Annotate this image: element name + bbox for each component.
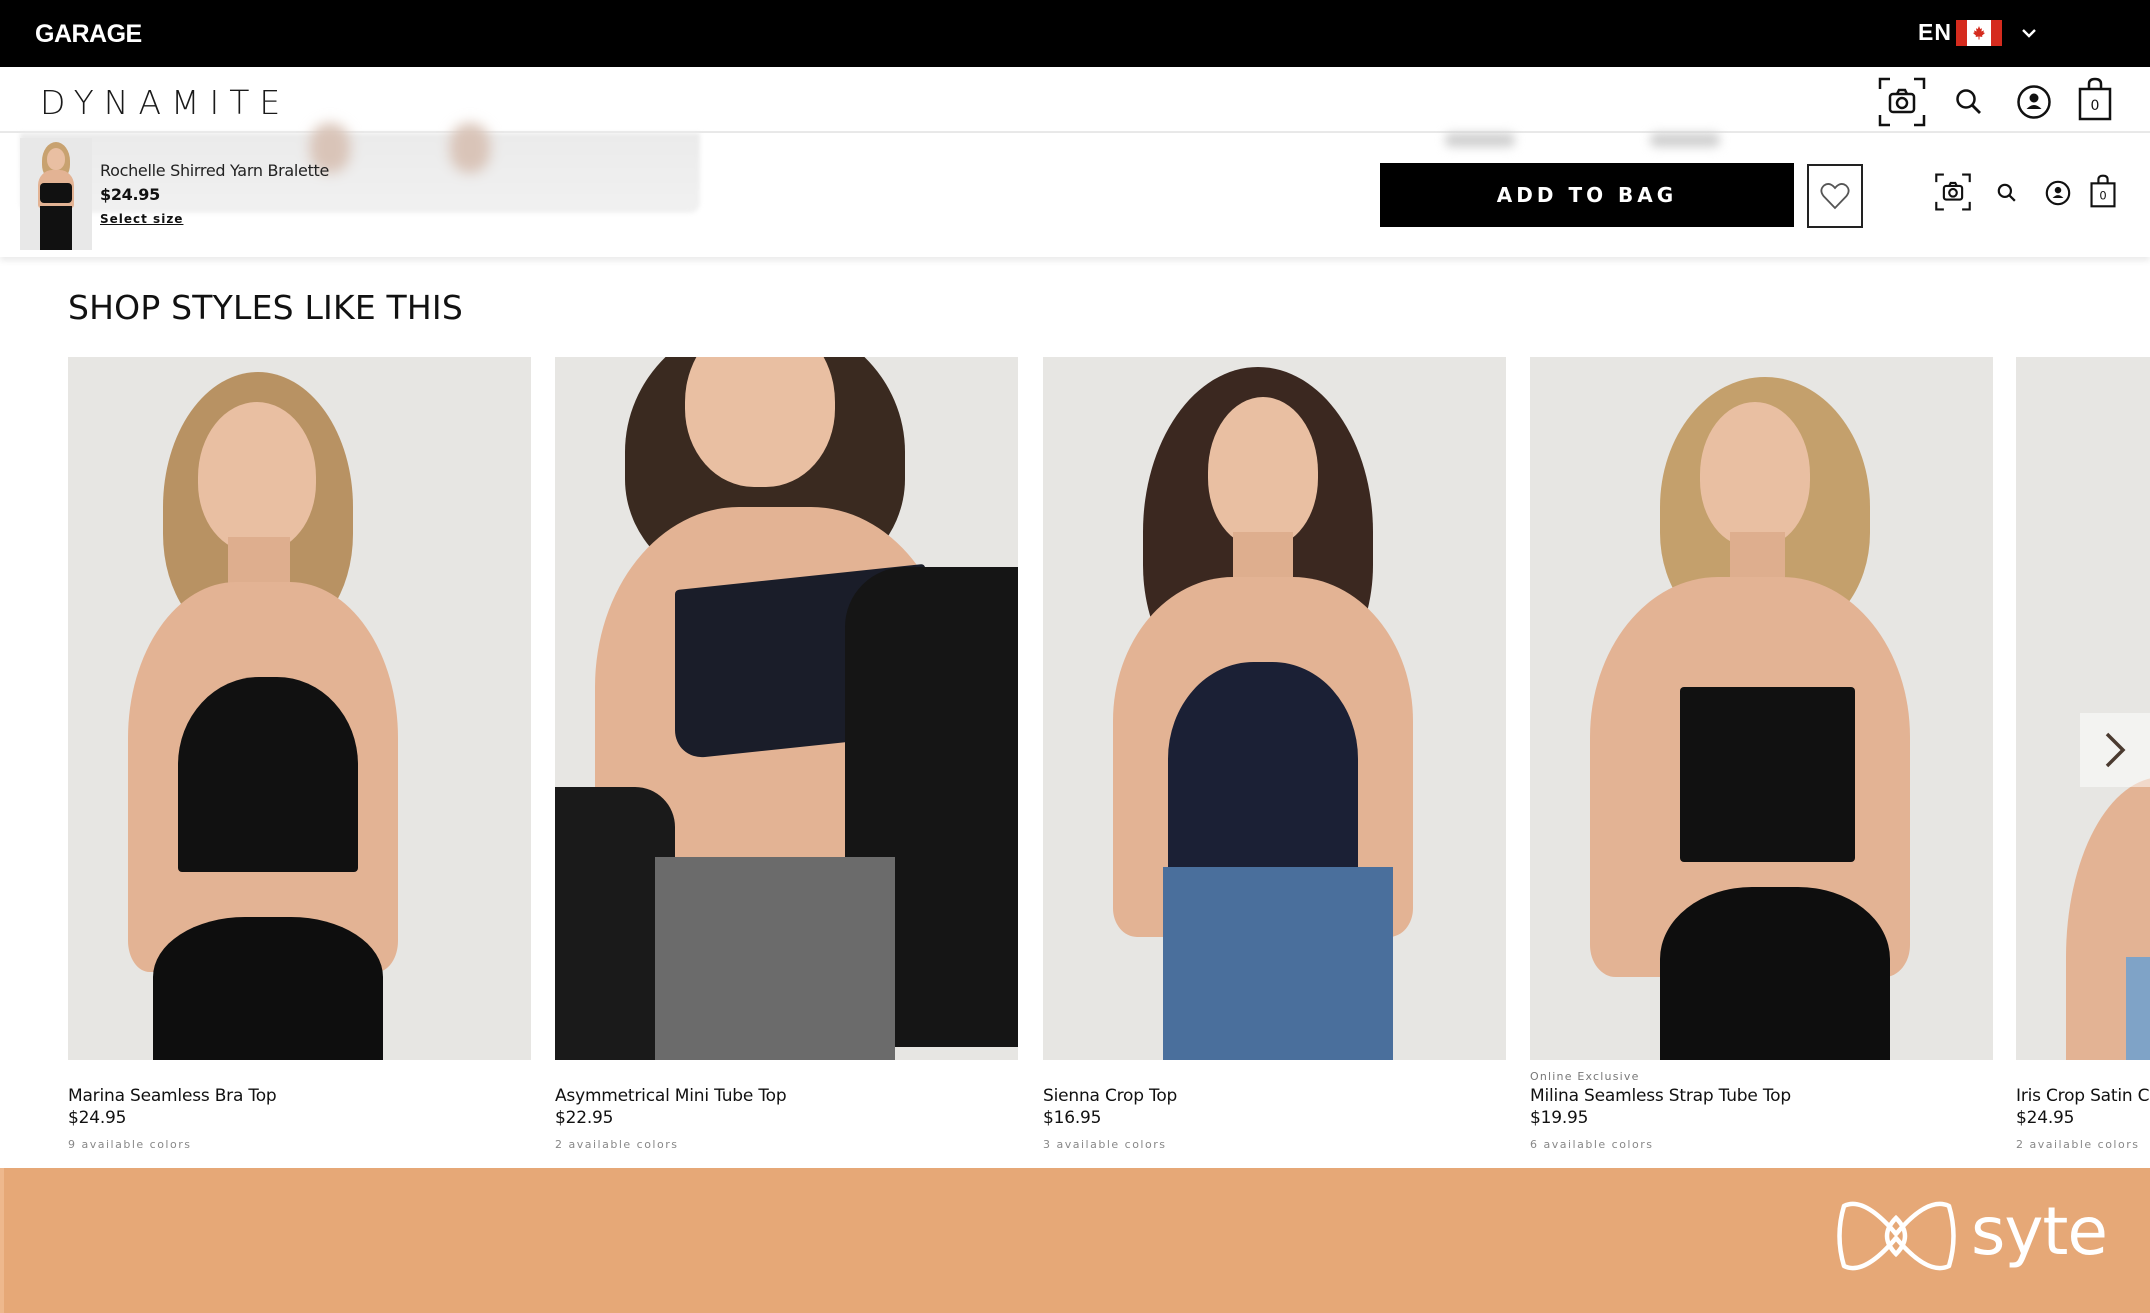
chevron-right-icon	[2105, 732, 2126, 768]
select-size-link[interactable]: Select size	[100, 212, 183, 226]
product-card[interactable]: Sienna Crop Top $16.95 3 available color…	[1043, 357, 1506, 1180]
product-price: $24.95	[68, 1108, 127, 1128]
product-image	[555, 357, 1018, 1060]
sticky-product-bar: Rochelle Shirred Yarn Bralette $24.95 Se…	[0, 123, 2150, 257]
product-name[interactable]: Asymmetrical Mini Tube Top	[555, 1086, 787, 1106]
bag-count: 0	[2099, 188, 2106, 202]
product-price: $22.95	[555, 1108, 614, 1128]
product-card[interactable]: Asymmetrical Mini Tube Top $22.95 2 avai…	[555, 357, 1018, 1180]
blurred-shadow	[1445, 133, 1515, 147]
garage-logo[interactable]: GARAGE	[35, 20, 142, 49]
product-name[interactable]: Milina Seamless Strap Tube Top	[1530, 1086, 1791, 1106]
visual-search-camera-icon[interactable]	[1878, 77, 1926, 127]
shopping-bag-icon[interactable]: 0	[2078, 77, 2112, 121]
product-image	[1043, 357, 1506, 1060]
chevron-down-icon	[2022, 28, 2036, 38]
header-icons: 0	[1878, 77, 2118, 127]
search-icon[interactable]	[1954, 87, 1984, 117]
available-colors: 3 available colors	[1043, 1138, 1167, 1151]
product-price: $19.95	[1530, 1108, 1589, 1128]
available-colors: 2 available colors	[555, 1138, 679, 1151]
product-card[interactable]: Online Exclusive Milina Seamless Strap T…	[1530, 357, 1993, 1180]
product-image	[1530, 357, 1993, 1060]
language-selector[interactable]: EN	[1918, 19, 2038, 46]
shopping-bag-icon[interactable]: 0	[2089, 173, 2117, 209]
available-colors: 9 available colors	[68, 1138, 192, 1151]
dynamite-logo[interactable]: DYNAMITE	[40, 83, 290, 122]
bag-count: 0	[2091, 98, 2100, 114]
product-name[interactable]: Iris Crop Satin Cami	[2016, 1086, 2150, 1106]
syte-logo: syte	[1834, 1192, 2108, 1276]
available-colors: 6 available colors	[1530, 1138, 1654, 1151]
account-icon[interactable]	[2044, 179, 2072, 207]
product-name[interactable]: Sienna Crop Top	[1043, 1086, 1177, 1106]
product-badge: Online Exclusive	[1530, 1070, 1640, 1083]
syte-brand-text: syte	[1971, 1192, 2108, 1270]
syte-bowtie-icon	[1837, 1201, 1956, 1271]
canada-flag-icon	[1955, 19, 2002, 46]
wishlist-button[interactable]	[1807, 164, 1863, 228]
product-image	[68, 357, 531, 1060]
heart-icon	[1820, 183, 1850, 210]
sticky-product-price: $24.95	[100, 185, 160, 204]
sticky-header-icons: 0	[1934, 173, 2124, 218]
visual-search-camera-icon[interactable]	[1934, 173, 1972, 211]
section-title: SHOP STYLES LIKE THIS	[68, 288, 464, 327]
product-card[interactable]: Marina Seamless Bra Top $24.95 9 availab…	[68, 357, 531, 1180]
sticky-product-name: Rochelle Shirred Yarn Bralette	[100, 161, 330, 180]
product-price: $24.95	[2016, 1108, 2075, 1128]
product-name[interactable]: Marina Seamless Bra Top	[68, 1086, 277, 1106]
product-image	[2016, 357, 2150, 1060]
add-to-bag-button[interactable]: ADD TO BAG	[1380, 163, 1794, 227]
top-brand-bar: GARAGE EN	[0, 0, 2150, 67]
account-icon[interactable]	[2016, 84, 2052, 120]
syte-banner: syte	[0, 1168, 2150, 1313]
blurred-shadow	[1650, 133, 1720, 147]
available-colors: 2 available colors	[2016, 1138, 2140, 1151]
search-icon[interactable]	[1996, 182, 2018, 204]
carousel-next-button[interactable]	[2080, 713, 2150, 787]
product-price: $16.95	[1043, 1108, 1102, 1128]
product-thumbnail	[20, 138, 92, 250]
language-code: EN	[1918, 19, 1952, 45]
